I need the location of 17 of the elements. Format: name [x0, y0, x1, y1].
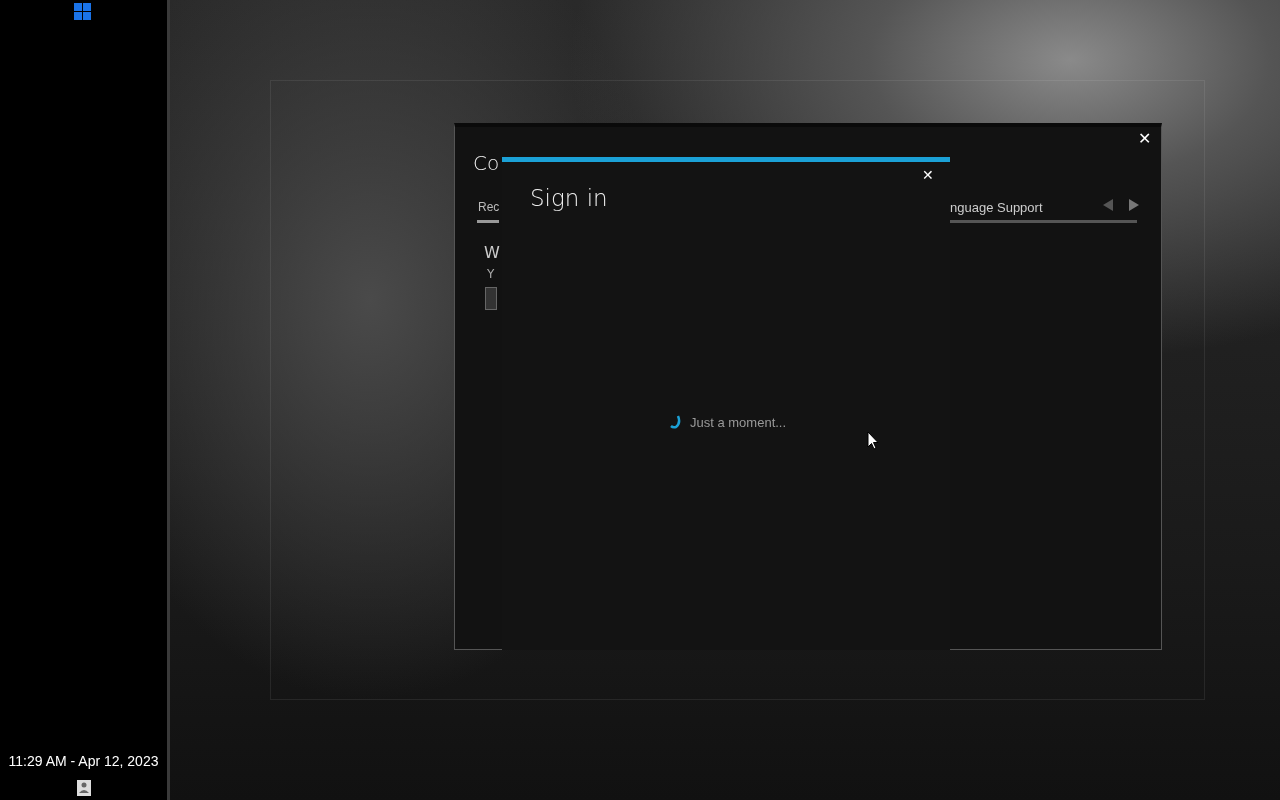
close-button[interactable]: ✕ — [1138, 131, 1152, 147]
previous-icon[interactable] — [1102, 199, 1114, 211]
window-title: Co — [473, 153, 500, 173]
tab[interactable]: Rec — [478, 201, 500, 213]
input-field[interactable] — [485, 287, 497, 310]
start-icon[interactable] — [74, 3, 91, 20]
loading-message: Just a moment... — [690, 415, 787, 429]
user-icon[interactable] — [76, 780, 91, 796]
mouse-cursor-icon — [867, 431, 879, 450]
subtext: Y — [487, 268, 495, 280]
dialog-title: Sign in — [530, 187, 608, 210]
spinner-icon — [670, 415, 682, 429]
next-icon[interactable] — [1128, 199, 1140, 211]
tab[interactable]: nguage Support — [950, 201, 1043, 214]
heading: W — [484, 245, 500, 261]
close-button[interactable]: ✕ — [922, 168, 934, 182]
clock: 11:29 AM - Apr 12, 2023 — [8, 752, 159, 771]
